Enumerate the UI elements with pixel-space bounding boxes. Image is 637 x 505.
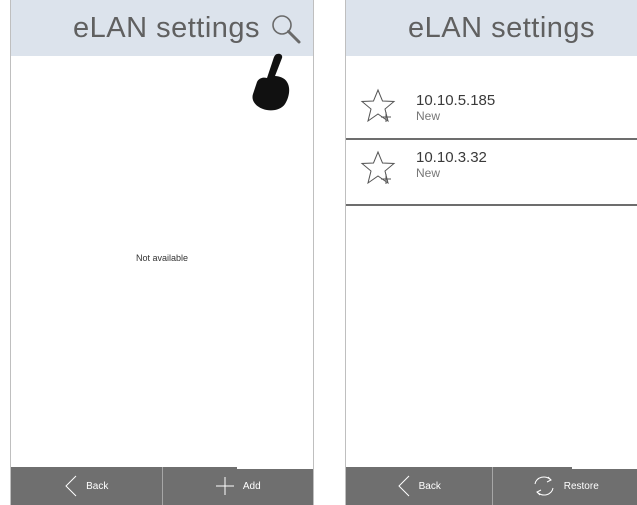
divider: [572, 467, 637, 469]
chevron-left-icon: [65, 475, 77, 497]
add-button[interactable]: Add: [161, 467, 314, 505]
page-title: eLAN settings: [408, 12, 596, 44]
screen-right: eLAN settings 10.10.5.185 New 10.10.3.32: [345, 0, 637, 505]
device-address: 10.10.5.185: [416, 92, 496, 109]
restore-button[interactable]: Restore: [491, 467, 637, 505]
header: eLAN settings: [346, 0, 637, 56]
empty-message: Not available: [135, 253, 189, 263]
device-status: New: [416, 166, 441, 180]
screen-left: eLAN settings Not available Back Add: [10, 0, 314, 505]
divider: [237, 467, 313, 469]
footer-bar: Back Add: [11, 467, 313, 505]
back-label: Back: [86, 480, 109, 492]
add-label: Add: [242, 480, 261, 492]
stage: eLAN settings Not available Back Add eLA…: [0, 0, 637, 505]
back-label: Back: [418, 480, 441, 492]
plus-icon: [215, 477, 234, 495]
back-button[interactable]: Back: [346, 467, 492, 505]
search-button[interactable]: [269, 12, 303, 46]
refresh-icon: [534, 476, 554, 496]
restore-label: Restore: [563, 480, 599, 492]
pointing-hand-icon: [252, 53, 290, 111]
search-icon: [272, 15, 301, 44]
back-button[interactable]: Back: [11, 467, 162, 505]
header: eLAN settings: [11, 0, 313, 56]
footer-bar: Back Restore: [346, 467, 637, 505]
chevron-left-icon: [397, 475, 409, 497]
list-item[interactable]: 10.10.5.185 New: [346, 76, 637, 140]
list-item[interactable]: 10.10.3.32 New: [346, 140, 637, 206]
device-status: New: [416, 109, 441, 123]
star-add-icon: [360, 88, 396, 123]
device-address: 10.10.3.32: [416, 149, 487, 166]
star-add-icon: [360, 150, 396, 185]
device-list: 10.10.5.185 New 10.10.3.32 New: [346, 76, 637, 206]
page-title: eLAN settings: [73, 12, 261, 44]
